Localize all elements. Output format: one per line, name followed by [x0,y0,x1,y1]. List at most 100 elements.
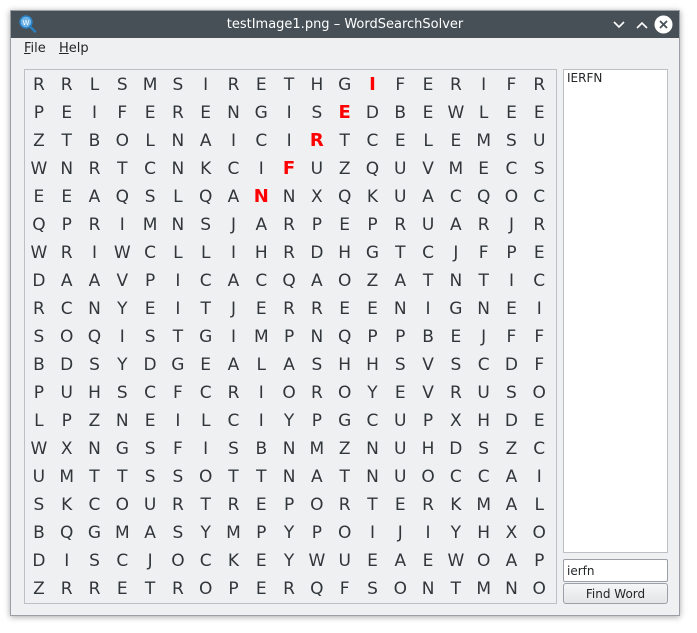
grid-cell: H [310,75,324,95]
grid-cell: W [447,551,465,571]
grid-cell: R [227,75,240,95]
found-words-list[interactable]: IERFN [563,69,668,553]
grid-cell: Q [115,187,129,207]
close-button[interactable] [654,15,673,34]
grid-cell: G [338,75,352,95]
grid-cell: U [533,131,546,151]
grid-cell: P [256,523,267,543]
find-word-button[interactable]: Find Word [563,583,668,604]
grid-cell: M [253,327,269,347]
grid-cell: R [477,215,490,235]
grid-cell: I [258,411,264,431]
grid-cell: E [394,495,406,515]
grid-cell: C [116,551,129,571]
grid-cell: K [366,187,379,207]
grid-cell: M [226,523,241,543]
grid-cell: N [421,579,435,599]
grid-cell: A [199,131,212,151]
letter-grid-panel: RRLSMSIRETHGIFERIFRPEIFERENGISEDBEWLEEZT… [24,69,557,604]
grid-cell: N [449,271,463,291]
grid-cell: P [422,411,434,431]
grid-cell: S [506,383,517,403]
grid-cell: E [144,103,156,123]
grid-cell: O [282,383,296,403]
grid-cell: F [478,243,489,263]
grid-cell: R [227,383,240,403]
found-word-item[interactable]: IERFN [564,70,667,86]
grid-cell: E [533,243,545,263]
word-search-input[interactable] [563,559,668,582]
grid-cell: P [283,495,295,515]
grid-cell: M [476,131,491,151]
grid-cell: S [33,495,45,515]
grid-cell: V [116,271,129,291]
menu-help-rest: elp [68,41,89,56]
grid-cell: P [311,215,322,235]
title-bar[interactable]: W testImage1.png – WordSearchSolver [11,11,679,38]
grid-cell: Z [338,439,351,459]
grid-cell: S [533,159,545,179]
grid-cell: L [34,411,44,431]
grid-cell: Q [198,187,213,207]
grid-cell: Q [365,159,380,179]
grid-cell: Q [60,523,74,543]
grid-cell: J [397,523,403,543]
grid-cell: R [283,243,295,263]
grid-cell: P [228,579,239,599]
grid-cell: H [254,243,268,263]
grid-cell: C [449,187,462,207]
grid-cell: E [339,215,351,235]
grid-cell: S [200,215,212,235]
grid-cell: I [175,411,181,431]
grid-cell: N [171,215,185,235]
grid-cell: C [366,131,379,151]
grid-cell: I [536,467,542,487]
grid-cell: N [366,467,379,487]
grid-cell: R [32,75,45,95]
grid-cell: R [533,215,546,235]
grid-cell: D [32,551,46,571]
grid-cell: X [311,187,323,207]
grid-cell: N [60,159,74,179]
grid-cell: C [60,299,73,319]
grid-cell: U [394,187,407,207]
minimize-button[interactable] [609,15,628,34]
grid-cell: C [255,131,268,151]
grid-cell: E [255,299,267,319]
menu-help[interactable]: Help [59,41,89,56]
grid-cell: S [478,439,490,459]
grid-cell: J [230,215,236,235]
maximize-button[interactable] [632,15,651,34]
menu-file[interactable]: File [24,41,46,56]
grid-cell: F [282,158,296,179]
grid-cell: C [422,243,434,263]
grid-cell: T [200,495,211,515]
grid-cell: R [422,495,434,515]
grid-cell: R [171,579,184,599]
grid-cell: O [60,327,74,347]
grid-cell: O [532,579,546,599]
grid-cell: E [506,103,517,123]
grid-cell: X [60,439,73,459]
grid-cell: S [450,355,462,375]
grid-cell: N [393,299,407,319]
grid-cell: R [283,579,295,599]
grid-cell: E [422,103,434,123]
grid-cell: F [534,327,545,347]
grid-cell: A [227,271,240,291]
grid-cell: Q [310,579,324,599]
grid-cell: S [144,327,156,347]
grid-cell: S [172,523,184,543]
grid-cell: I [536,299,542,319]
grid-cell: P [144,271,156,291]
grid-cell: Z [505,439,518,459]
grid-cell: O [504,187,519,207]
grid-cell: G [365,243,380,263]
grid-cell: R [227,495,240,515]
grid-cell: L [200,411,211,431]
grid-cell: N [366,439,379,459]
grid-cell: P [506,243,517,263]
grid-cell: J [481,327,487,347]
grid-cell: Q [476,187,491,207]
grid-cell: N [88,299,101,319]
